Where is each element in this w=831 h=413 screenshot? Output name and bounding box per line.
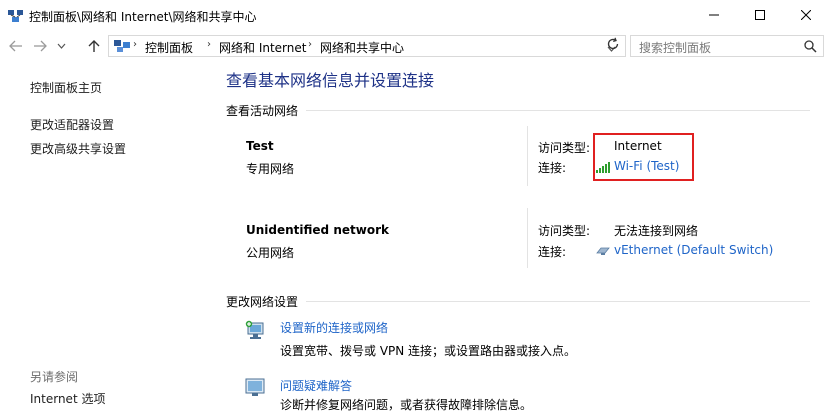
- ethernet-icon: [596, 245, 611, 259]
- access-type-value: 无法连接到网络: [614, 224, 699, 238]
- troubleshoot-link[interactable]: 问题疑难解答: [280, 377, 352, 394]
- search-box[interactable]: 搜索控制面板: [630, 35, 824, 57]
- refresh-icon: [607, 37, 619, 50]
- change-adapter-settings-link[interactable]: 更改适配器设置: [30, 116, 114, 133]
- title-bar: 控制面板\网络和 Internet\网络和共享中心: [0, 0, 831, 32]
- breadcrumb-separator: ›: [207, 39, 211, 50]
- troubleshoot-icon[interactable]: [244, 377, 268, 402]
- up-button[interactable]: [85, 38, 103, 54]
- see-also-heading: 另请参阅: [30, 370, 79, 384]
- change-advanced-sharing-link[interactable]: 更改高级共享设置: [30, 140, 126, 157]
- change-settings-heading: 更改网络设置: [226, 295, 299, 309]
- network-name: Test: [246, 139, 274, 153]
- new-connection-icon[interactable]: [244, 318, 270, 345]
- setup-new-connection-link[interactable]: 设置新的连接或网络: [280, 319, 388, 336]
- forward-button[interactable]: [31, 38, 49, 54]
- troubleshoot-description: 诊断并修复网络问题，或者获得故障排除信息。: [280, 398, 533, 412]
- vertical-divider: [527, 126, 528, 186]
- page-title: 查看基本网络信息并设置连接: [226, 71, 435, 90]
- section-divider: [306, 110, 810, 111]
- vertical-divider: [527, 208, 528, 268]
- search-icon[interactable]: [804, 40, 817, 56]
- access-type-label: 访问类型:: [538, 141, 591, 155]
- address-bar[interactable]: › 控制面板 › 网络和 Internet › 网络和共享中心: [108, 35, 626, 57]
- connection-label: 连接:: [538, 245, 567, 259]
- network-category: 公用网络: [246, 246, 295, 260]
- maximize-button[interactable]: [737, 0, 783, 30]
- window-title: 控制面板\网络和 Internet\网络和共享中心: [29, 10, 257, 24]
- chevron-down-icon: [57, 43, 65, 49]
- breadcrumb-separator: ›: [308, 39, 312, 50]
- close-button[interactable]: [783, 0, 829, 30]
- recent-locations-button[interactable]: [55, 38, 67, 54]
- breadcrumb-separator: ›: [133, 39, 137, 50]
- connection-label: 连接:: [538, 161, 567, 175]
- control-panel-icon: [113, 39, 131, 56]
- arrow-up-icon: [88, 40, 100, 52]
- close-icon: [801, 10, 811, 20]
- minimize-button[interactable]: [691, 0, 737, 30]
- vethernet-connection-link[interactable]: vEthernet (Default Switch): [614, 243, 773, 257]
- internet-options-link[interactable]: Internet 选项: [30, 390, 105, 407]
- search-placeholder[interactable]: 搜索控制面板: [639, 39, 711, 56]
- navigation-bar: › 控制面板 › 网络和 Internet › 网络和共享中心 搜索控制面板: [0, 32, 831, 61]
- network-category: 专用网络: [246, 162, 295, 176]
- arrow-left-icon: [9, 40, 22, 52]
- active-networks-heading: 查看活动网络: [226, 104, 299, 118]
- network-name: Unidentified network: [246, 223, 389, 237]
- minimize-icon: [709, 14, 719, 16]
- maximize-icon: [755, 10, 765, 20]
- breadcrumb-control-panel[interactable]: 控制面板: [145, 39, 193, 56]
- arrow-right-icon: [34, 40, 47, 52]
- network-center-icon: [8, 9, 24, 23]
- highlight-box: [593, 133, 694, 181]
- breadcrumb-network-internet[interactable]: 网络和 Internet: [219, 39, 306, 56]
- section-divider: [306, 301, 810, 302]
- back-button[interactable]: [7, 38, 25, 54]
- control-panel-home-link[interactable]: 控制面板主页: [30, 79, 102, 96]
- refresh-button[interactable]: [606, 37, 620, 54]
- breadcrumb-sharing-center[interactable]: 网络和共享中心: [320, 39, 404, 56]
- setup-new-connection-description: 设置宽带、拨号或 VPN 连接；或设置路由器或接入点。: [280, 344, 577, 358]
- access-type-label: 访问类型:: [538, 224, 591, 238]
